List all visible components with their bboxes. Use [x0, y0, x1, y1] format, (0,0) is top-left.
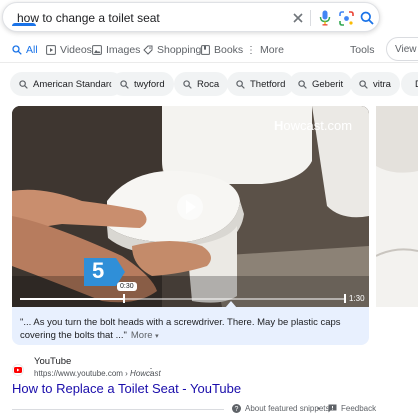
- chip-geberit[interactable]: Geberit: [289, 72, 353, 96]
- progress-fill: [20, 298, 124, 300]
- feedback-icon: [328, 404, 337, 413]
- progress-track[interactable]: [20, 298, 345, 300]
- about-featured-snippets-link[interactable]: ? About featured snippets: [232, 404, 330, 413]
- result-menu-kebab-icon[interactable]: ⋮: [146, 367, 156, 378]
- lens-icon[interactable]: [337, 9, 355, 27]
- chevron-down-icon: ▾: [155, 333, 159, 340]
- step-number: 5: [92, 258, 105, 283]
- tab-label: Shopping: [157, 44, 202, 56]
- search-icon: [359, 79, 368, 89]
- search-bar[interactable]: how to change a toilet seat: [2, 2, 380, 32]
- chip-roca[interactable]: Roca: [174, 72, 229, 96]
- tab-label: More: [260, 44, 284, 56]
- video-player[interactable]: 5 Howcast.com 0:30 1:30: [12, 106, 369, 307]
- progress-end-mark: [344, 294, 346, 303]
- tab-label: All: [26, 44, 38, 56]
- result-title-link[interactable]: How to Replace a Toilet Seat - YouTube: [12, 381, 241, 396]
- result-url-text: https://www.youtube.com: [34, 369, 123, 378]
- caption-pointer: [225, 301, 237, 308]
- search-tabs: All Videos Images Shopping Books ⋮ More …: [0, 37, 418, 61]
- more-label: More: [130, 330, 153, 341]
- chip-thetford[interactable]: Thetford: [227, 72, 295, 96]
- watermark-prefix: H: [274, 118, 284, 133]
- tag-icon: [143, 45, 153, 55]
- chip-label: Thetford: [250, 78, 286, 90]
- featured-divider: [12, 409, 224, 410]
- feedback-label: Feedback: [341, 404, 377, 413]
- youtube-logo-icon: [12, 364, 24, 376]
- tools-button[interactable]: Tools: [350, 40, 375, 60]
- video-caption: "... As you turn the bolt heads with a s…: [20, 316, 365, 343]
- search-icon: [236, 79, 245, 89]
- search-icon: [183, 79, 192, 89]
- tab-images[interactable]: Images: [92, 40, 140, 60]
- view-image-button[interactable]: View i: [386, 37, 418, 61]
- tabs-divider: [0, 62, 418, 63]
- chip-twyford[interactable]: twyford: [111, 72, 174, 96]
- tab-videos[interactable]: Videos: [46, 40, 92, 60]
- tab-label: Books: [214, 44, 244, 56]
- chip-american-standard[interactable]: American Standard: [10, 72, 124, 96]
- play-box-icon: [46, 45, 56, 55]
- search-icon: [12, 45, 22, 55]
- feedback-link[interactable]: Feedback: [328, 404, 376, 413]
- tab-books[interactable]: Books: [201, 40, 243, 60]
- svg-text:?: ?: [235, 406, 239, 413]
- active-tab-indicator: [12, 23, 36, 26]
- more-link[interactable]: More ▾: [131, 330, 159, 341]
- tab-all[interactable]: All: [12, 40, 38, 60]
- search-divider: [310, 10, 311, 26]
- video-duration: 1:30: [349, 294, 365, 303]
- microphone-icon[interactable]: [316, 9, 334, 27]
- tab-label: Images: [106, 44, 141, 56]
- search-input[interactable]: how to change a toilet seat: [17, 11, 160, 25]
- search-icon: [298, 79, 307, 89]
- chip-label: vitra: [373, 78, 391, 90]
- chip-d[interactable]: D: [401, 72, 418, 96]
- chip-label: twyford: [134, 78, 165, 90]
- video-watermark: Howcast.com: [274, 118, 352, 133]
- progress-handle[interactable]: [123, 294, 125, 303]
- watermark-text: owcast.com: [283, 118, 353, 133]
- result-site-name: YouTube: [34, 356, 72, 367]
- side-image[interactable]: [376, 106, 418, 307]
- book-icon: [201, 45, 210, 55]
- current-time-badge: 0:30: [117, 282, 137, 291]
- tab-more[interactable]: ⋮ More: [246, 40, 284, 60]
- search-icon: [120, 79, 129, 89]
- kebab-icon: ⋮: [246, 44, 256, 56]
- caption-text: "... As you turn the bolt heads with a s…: [20, 317, 341, 341]
- chip-vitra[interactable]: vitra: [350, 72, 400, 96]
- featured-video-card[interactable]: 5 Howcast.com 0:30 1:30 "... As you turn…: [12, 106, 369, 345]
- help-icon: ?: [232, 404, 241, 413]
- tab-shopping[interactable]: Shopping: [143, 40, 201, 60]
- current-time: 0:30: [120, 283, 134, 290]
- chip-label: Roca: [197, 78, 220, 90]
- image-icon: [92, 45, 102, 55]
- chip-label: Geberit: [312, 78, 344, 90]
- chip-label: American Standard: [33, 78, 115, 90]
- search-icon: [19, 79, 28, 89]
- footer-separator: •: [317, 404, 320, 413]
- clear-icon[interactable]: [289, 9, 307, 27]
- search-icon[interactable]: [358, 9, 376, 27]
- tab-label: Videos: [60, 44, 92, 56]
- result-url: https://www.youtube.com › Howcast: [34, 369, 161, 378]
